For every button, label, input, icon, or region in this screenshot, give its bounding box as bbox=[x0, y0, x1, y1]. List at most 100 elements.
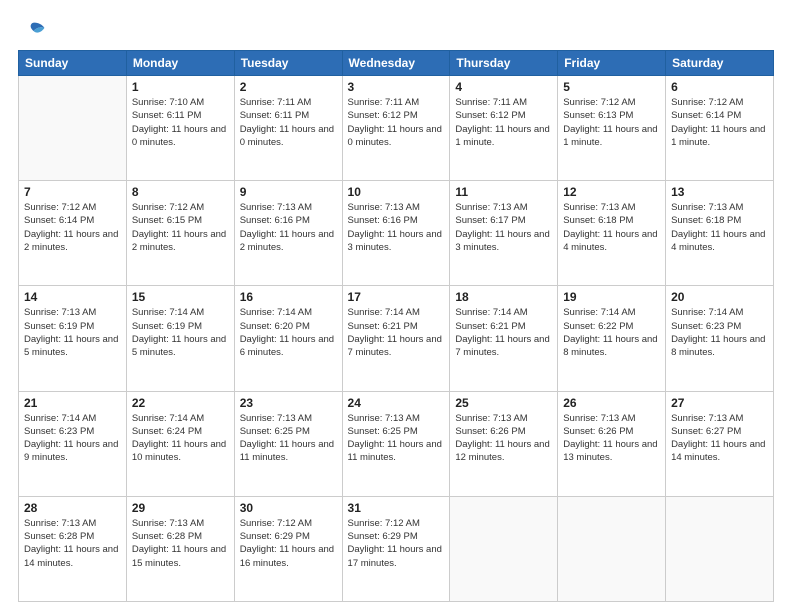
sunrise-text: Sunrise: 7:13 AM bbox=[455, 412, 552, 425]
daylight-text: Daylight: 11 hours and 14 minutes. bbox=[24, 543, 121, 570]
sunset-text: Sunset: 6:21 PM bbox=[455, 320, 552, 333]
daylight-text: Daylight: 11 hours and 7 minutes. bbox=[348, 333, 445, 360]
daylight-text: Daylight: 11 hours and 1 minute. bbox=[563, 123, 660, 150]
daylight-text: Daylight: 11 hours and 0 minutes. bbox=[240, 123, 337, 150]
day-detail: Sunrise: 7:12 AMSunset: 6:14 PMDaylight:… bbox=[24, 201, 121, 254]
day-number: 11 bbox=[455, 185, 552, 199]
daylight-text: Daylight: 11 hours and 1 minute. bbox=[671, 123, 768, 150]
daylight-text: Daylight: 11 hours and 8 minutes. bbox=[563, 333, 660, 360]
sunrise-text: Sunrise: 7:13 AM bbox=[563, 201, 660, 214]
day-number: 26 bbox=[563, 396, 660, 410]
col-thursday: Thursday bbox=[450, 51, 558, 76]
sunrise-text: Sunrise: 7:13 AM bbox=[671, 412, 768, 425]
day-detail: Sunrise: 7:13 AMSunset: 6:19 PMDaylight:… bbox=[24, 306, 121, 359]
sunrise-text: Sunrise: 7:13 AM bbox=[132, 517, 229, 530]
day-number: 30 bbox=[240, 501, 337, 515]
daylight-text: Daylight: 11 hours and 17 minutes. bbox=[348, 543, 445, 570]
daylight-text: Daylight: 11 hours and 7 minutes. bbox=[455, 333, 552, 360]
day-detail: Sunrise: 7:11 AMSunset: 6:12 PMDaylight:… bbox=[455, 96, 552, 149]
col-wednesday: Wednesday bbox=[342, 51, 450, 76]
sunset-text: Sunset: 6:29 PM bbox=[240, 530, 337, 543]
day-number: 8 bbox=[132, 185, 229, 199]
sunset-text: Sunset: 6:12 PM bbox=[455, 109, 552, 122]
sunset-text: Sunset: 6:24 PM bbox=[132, 425, 229, 438]
day-detail: Sunrise: 7:12 AMSunset: 6:13 PMDaylight:… bbox=[563, 96, 660, 149]
sunset-text: Sunset: 6:19 PM bbox=[24, 320, 121, 333]
day-number: 24 bbox=[348, 396, 445, 410]
sunrise-text: Sunrise: 7:13 AM bbox=[240, 201, 337, 214]
table-row: 14Sunrise: 7:13 AMSunset: 6:19 PMDayligh… bbox=[19, 286, 127, 391]
daylight-text: Daylight: 11 hours and 5 minutes. bbox=[132, 333, 229, 360]
day-detail: Sunrise: 7:14 AMSunset: 6:19 PMDaylight:… bbox=[132, 306, 229, 359]
sunset-text: Sunset: 6:15 PM bbox=[132, 214, 229, 227]
day-number: 29 bbox=[132, 501, 229, 515]
table-row: 25Sunrise: 7:13 AMSunset: 6:26 PMDayligh… bbox=[450, 391, 558, 496]
page: Sunday Monday Tuesday Wednesday Thursday… bbox=[0, 0, 792, 612]
header bbox=[18, 16, 774, 42]
day-number: 3 bbox=[348, 80, 445, 94]
day-detail: Sunrise: 7:14 AMSunset: 6:23 PMDaylight:… bbox=[24, 412, 121, 465]
day-number: 27 bbox=[671, 396, 768, 410]
day-detail: Sunrise: 7:11 AMSunset: 6:12 PMDaylight:… bbox=[348, 96, 445, 149]
day-number: 12 bbox=[563, 185, 660, 199]
daylight-text: Daylight: 11 hours and 4 minutes. bbox=[671, 228, 768, 255]
sunset-text: Sunset: 6:26 PM bbox=[563, 425, 660, 438]
sunset-text: Sunset: 6:12 PM bbox=[348, 109, 445, 122]
daylight-text: Daylight: 11 hours and 9 minutes. bbox=[24, 438, 121, 465]
sunset-text: Sunset: 6:16 PM bbox=[348, 214, 445, 227]
col-tuesday: Tuesday bbox=[234, 51, 342, 76]
day-detail: Sunrise: 7:13 AMSunset: 6:27 PMDaylight:… bbox=[671, 412, 768, 465]
table-row: 30Sunrise: 7:12 AMSunset: 6:29 PMDayligh… bbox=[234, 496, 342, 601]
sunrise-text: Sunrise: 7:14 AM bbox=[348, 306, 445, 319]
day-number: 23 bbox=[240, 396, 337, 410]
day-detail: Sunrise: 7:13 AMSunset: 6:28 PMDaylight:… bbox=[24, 517, 121, 570]
day-number: 7 bbox=[24, 185, 121, 199]
day-detail: Sunrise: 7:13 AMSunset: 6:25 PMDaylight:… bbox=[240, 412, 337, 465]
day-number: 28 bbox=[24, 501, 121, 515]
sunrise-text: Sunrise: 7:13 AM bbox=[563, 412, 660, 425]
table-row: 13Sunrise: 7:13 AMSunset: 6:18 PMDayligh… bbox=[666, 181, 774, 286]
sunrise-text: Sunrise: 7:11 AM bbox=[455, 96, 552, 109]
table-row bbox=[450, 496, 558, 601]
table-row: 19 Sunrise: 7:14 AMSunset: 6:22 PMDayligh… bbox=[558, 286, 666, 391]
sunset-text: Sunset: 6:14 PM bbox=[671, 109, 768, 122]
sunset-text: Sunset: 6:29 PM bbox=[348, 530, 445, 543]
sunset-text: Sunset: 6:26 PM bbox=[455, 425, 552, 438]
col-saturday: Saturday bbox=[666, 51, 774, 76]
daylight-text: Daylight: 11 hours and 14 minutes. bbox=[671, 438, 768, 465]
day-number: 19 bbox=[563, 290, 660, 304]
col-friday: Friday bbox=[558, 51, 666, 76]
day-detail: Sunrise: 7:13 AMSunset: 6:17 PMDaylight:… bbox=[455, 201, 552, 254]
day-number: 4 bbox=[455, 80, 552, 94]
sunrise-text: Sunrise: 7:11 AM bbox=[240, 96, 337, 109]
daylight-text: Daylight: 11 hours and 10 minutes. bbox=[132, 438, 229, 465]
sunrise-text: Sunrise: 7:12 AM bbox=[671, 96, 768, 109]
day-number: 2 bbox=[240, 80, 337, 94]
daylight-text: Daylight: 11 hours and 13 minutes. bbox=[563, 438, 660, 465]
sunrise-text: Sunrise: 7:14 AM bbox=[24, 412, 121, 425]
sunset-text: Sunset: 6:23 PM bbox=[24, 425, 121, 438]
sunrise-text: Sunrise: 7:13 AM bbox=[348, 201, 445, 214]
day-number: 9 bbox=[240, 185, 337, 199]
day-detail: Sunrise: 7:13 AMSunset: 6:18 PMDaylight:… bbox=[671, 201, 768, 254]
table-row: 2Sunrise: 7:11 AMSunset: 6:11 PMDaylight… bbox=[234, 76, 342, 181]
sunset-text: Sunset: 6:22 PM bbox=[563, 320, 660, 333]
calendar-table: Sunday Monday Tuesday Wednesday Thursday… bbox=[18, 50, 774, 602]
table-row: 12Sunrise: 7:13 AMSunset: 6:18 PMDayligh… bbox=[558, 181, 666, 286]
daylight-text: Daylight: 11 hours and 2 minutes. bbox=[132, 228, 229, 255]
sunrise-text: Sunrise: 7:12 AM bbox=[132, 201, 229, 214]
sunrise-text: Sunrise: 7:14 AM bbox=[455, 306, 552, 319]
table-row: 20Sunrise: 7:14 AMSunset: 6:23 PMDayligh… bbox=[666, 286, 774, 391]
day-detail: Sunrise: 7:14 AMSunset: 6:22 PMDaylight:… bbox=[563, 306, 660, 359]
table-row: 10Sunrise: 7:13 AMSunset: 6:16 PMDayligh… bbox=[342, 181, 450, 286]
day-detail: Sunrise: 7:14 AMSunset: 6:24 PMDaylight:… bbox=[132, 412, 229, 465]
table-row: 29Sunrise: 7:13 AMSunset: 6:28 PMDayligh… bbox=[126, 496, 234, 601]
daylight-text: Daylight: 11 hours and 16 minutes. bbox=[240, 543, 337, 570]
table-row: 6Sunrise: 7:12 AMSunset: 6:14 PMDaylight… bbox=[666, 76, 774, 181]
sunrise-text: Sunrise: 7:11 AM bbox=[348, 96, 445, 109]
daylight-text: Daylight: 11 hours and 6 minutes. bbox=[240, 333, 337, 360]
day-detail: Sunrise: 7:13 AMSunset: 6:26 PMDaylight:… bbox=[563, 412, 660, 465]
daylight-text: Daylight: 11 hours and 0 minutes. bbox=[132, 123, 229, 150]
table-row: 27 Sunrise: 7:13 AMSunset: 6:27 PMDayligh… bbox=[666, 391, 774, 496]
day-number: 31 bbox=[348, 501, 445, 515]
